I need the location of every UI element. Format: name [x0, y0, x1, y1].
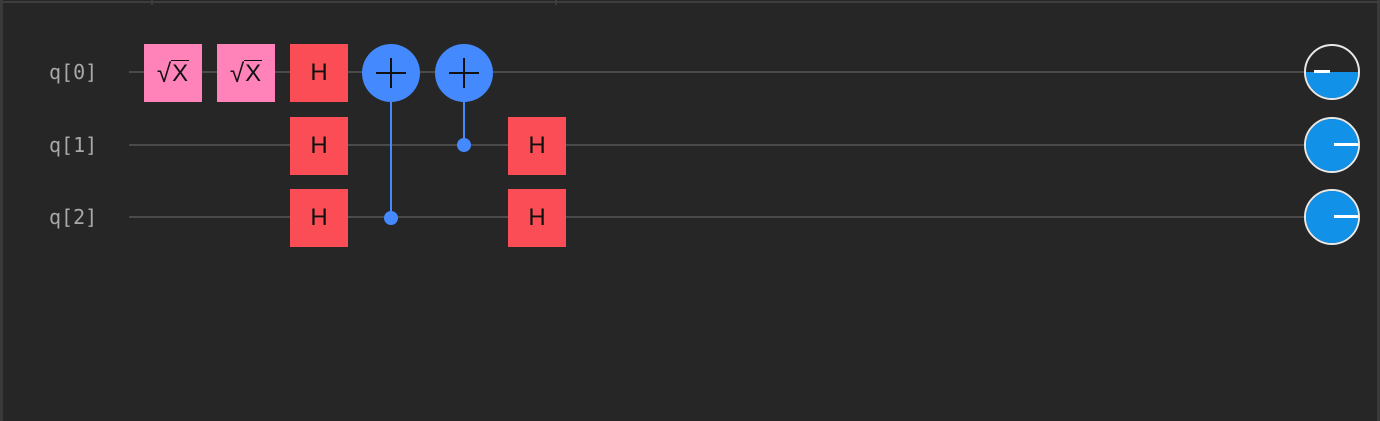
probability-meter-q0[interactable] — [1304, 44, 1360, 100]
probability-tick — [1334, 215, 1358, 218]
sqrt-symbol: √ — [229, 57, 245, 88]
probability-tick — [1334, 143, 1358, 146]
probability-tick — [1314, 70, 1330, 73]
qubit-label-q0[interactable]: q[0] — [49, 60, 119, 84]
sx-x-letter: X — [171, 59, 190, 87]
top-tab-bar — [3, 0, 1380, 5]
cnot-control-dot[interactable] — [457, 138, 471, 152]
top-tab-2[interactable] — [153, 0, 555, 3]
h-gate-label: H — [310, 132, 328, 159]
sx-x-letter: X — [244, 59, 263, 87]
plus-icon-v — [390, 58, 392, 88]
sx-gate[interactable]: √ X — [144, 44, 202, 102]
sx-gate-label: √ X — [229, 57, 263, 88]
h-gate[interactable]: H — [290, 189, 348, 247]
top-tab-3[interactable] — [557, 0, 1380, 3]
plus-icon-v — [463, 58, 465, 88]
cnot-target[interactable] — [362, 44, 420, 102]
sx-gate-label: √ X — [156, 57, 190, 88]
cnot-control-dot[interactable] — [384, 211, 398, 225]
qubit-label-q2[interactable]: q[2] — [49, 205, 119, 229]
sqrt-symbol: √ — [156, 57, 172, 88]
sx-gate[interactable]: √ X — [217, 44, 275, 102]
cnot-target[interactable] — [435, 44, 493, 102]
h-gate[interactable]: H — [508, 117, 566, 175]
h-gate[interactable]: H — [290, 117, 348, 175]
qubit-label-q1[interactable]: q[1] — [49, 133, 119, 157]
h-gate-label: H — [310, 204, 328, 231]
probability-meter-q2[interactable] — [1304, 189, 1360, 245]
probability-fill — [1306, 72, 1358, 98]
h-gate[interactable]: H — [290, 44, 348, 102]
h-gate-label: H — [528, 132, 546, 159]
probability-meter-q1[interactable] — [1304, 117, 1360, 173]
h-gate[interactable]: H — [508, 189, 566, 247]
h-gate-label: H — [310, 59, 328, 86]
h-gate-label: H — [528, 204, 546, 231]
top-tab-1[interactable] — [3, 0, 151, 3]
circuit-composer-panel: q[0] q[1] q[2] √ X √ X H H H H H — [0, 0, 1380, 421]
